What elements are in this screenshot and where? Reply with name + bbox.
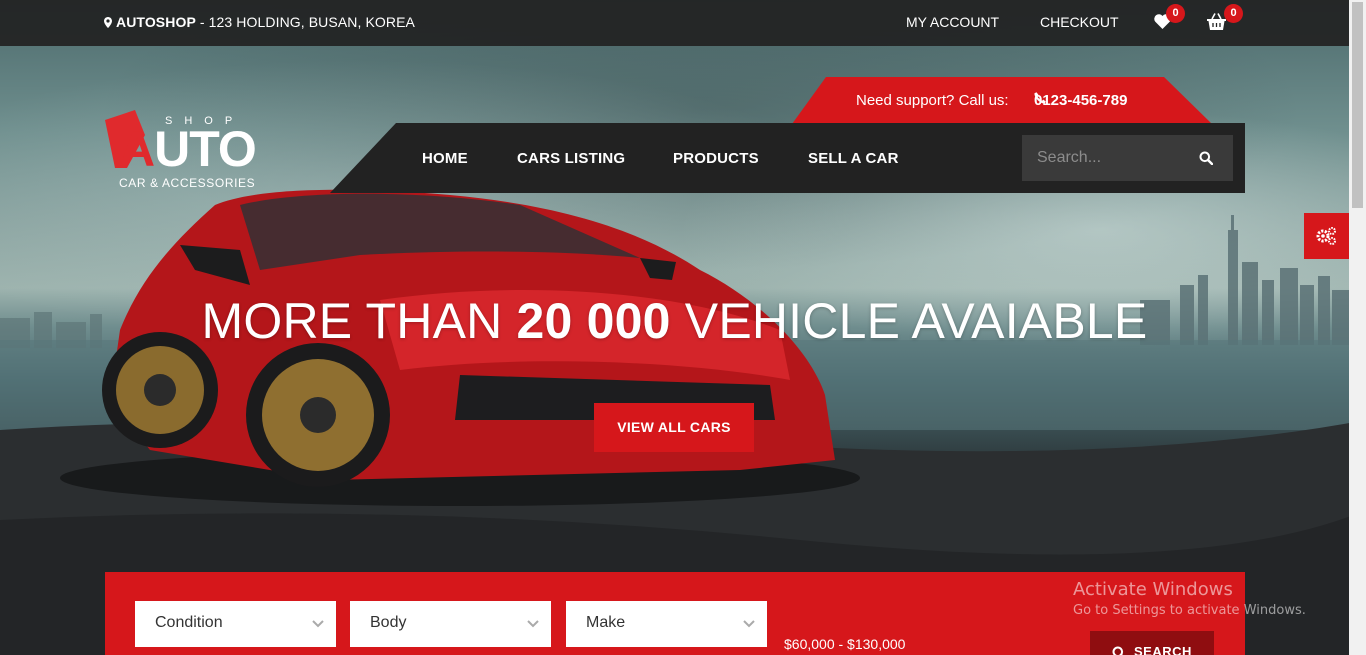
chevron-down-icon [527,620,539,628]
filter-search-label: SEARCH [1134,644,1192,655]
main-navigation: HOME CARS LISTING PRODUCTS SELL A CAR [330,123,1245,193]
page-scrollbar[interactable] [1349,0,1366,655]
activate-windows-watermark: Activate Windows Go to Settings to activ… [1073,579,1306,618]
watermark-title: Activate Windows [1073,579,1233,600]
chevron-down-icon [312,620,324,628]
my-account-link[interactable]: MY ACCOUNT [906,14,999,30]
headline-count: 20 000 [516,293,671,349]
cart-button[interactable]: 0 [1207,4,1243,32]
logo-auto-rest: UTO [154,121,257,177]
search-icon [1112,646,1124,655]
logo-auto-first-letter: A [119,121,155,177]
condition-select[interactable]: Condition [135,601,336,647]
store-brand: AUTOSHOP [116,14,196,30]
phone-icon [1034,92,1046,104]
wishlist-button[interactable]: 0 [1154,4,1185,32]
make-select-value: Make [586,614,626,631]
filter-search-button[interactable]: SEARCH [1090,631,1214,655]
checkout-link[interactable]: CHECKOUT [1040,14,1119,30]
price-range-value: $60,000 - $130,000 [784,636,906,652]
support-phone-number: 0123-456-789 [1034,92,1128,109]
support-text: Need support? Call us: [856,92,1009,109]
logo-tagline: CAR & ACCESSORIES [119,176,256,190]
watermark-subtitle: Go to Settings to activate Windows. [1073,603,1306,618]
headline-suffix: VEHICLE AVAIABLE [670,293,1148,349]
nav-item-cars-listing[interactable]: CARS LISTING [517,150,625,167]
wishlist-count-badge: 0 [1166,4,1185,23]
body-select[interactable]: Body [350,601,551,647]
chevron-down-icon [743,620,755,628]
store-address: AUTOSHOP - 123 HOLDING, BUSAN, KOREA [104,14,415,30]
store-address-text: - 123 HOLDING, BUSAN, KOREA [195,14,415,30]
map-pin-icon [104,17,112,28]
support-phone[interactable]: 0123-456-789 [1034,92,1127,109]
condition-select-value: Condition [155,614,223,631]
gears-icon [1316,227,1336,245]
top-bar: AUTOSHOP - 123 HOLDING, BUSAN, KOREA MY … [0,0,1366,46]
view-all-cars-button[interactable]: VIEW ALL CARS [594,403,754,452]
settings-panel-toggle[interactable] [1304,213,1349,259]
logo-auto-text: AUTO [119,121,257,177]
nav-item-home[interactable]: HOME [422,150,468,167]
cart-count-badge: 0 [1224,4,1243,23]
search-icon[interactable] [1199,151,1213,165]
make-select[interactable]: Make [566,601,767,647]
hero-headline: MORE THAN 20 000 VEHICLE AVAIABLE [0,292,1349,350]
body-select-value: Body [370,614,407,631]
nav-search [1022,135,1233,181]
support-ribbon: Need support? Call us: 0123-456-789 [792,77,1212,124]
search-input[interactable] [1022,135,1192,181]
site-logo[interactable]: SHOP AUTO CAR & ACCESSORIES [105,110,270,192]
nav-item-products[interactable]: PRODUCTS [673,150,759,167]
nav-item-sell-a-car[interactable]: SELL A CAR [808,150,899,167]
basket-icon [1207,13,1226,30]
headline-prefix: MORE THAN [201,293,517,349]
scrollbar-thumb[interactable] [1352,2,1363,208]
